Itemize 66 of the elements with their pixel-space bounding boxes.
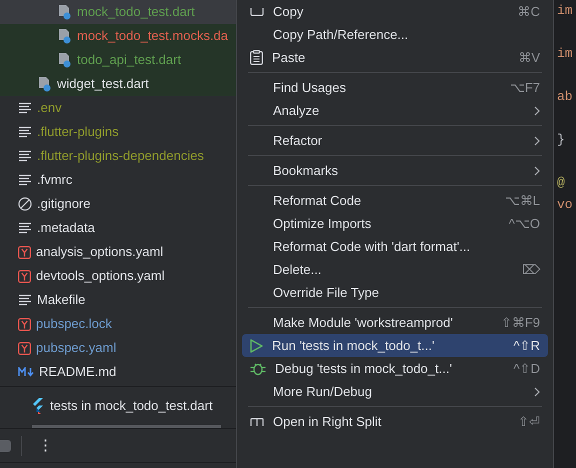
menu-item[interactable]: Reformat Code ⌥⌘L (242, 189, 548, 212)
file-tree-item[interactable]: pubspec.yaml (0, 336, 236, 360)
no-entry-icon (18, 197, 32, 211)
chevron-right-icon (534, 106, 540, 116)
menu-item[interactable]: Bookmarks (242, 159, 548, 182)
dart-file-icon (58, 52, 72, 68)
chevron-right-icon (534, 136, 540, 146)
file-tree-item[interactable]: .flutter-plugins-dependencies (0, 144, 236, 168)
menu-item[interactable]: Override File Type (242, 281, 548, 304)
yaml-file-icon (18, 342, 31, 354)
file-tree-item[interactable]: mock_todo_test.mocks.da (0, 24, 236, 48)
text-file-icon (18, 174, 32, 186)
more-options-button[interactable]: ⋮ (32, 438, 59, 453)
file-tree-item[interactable]: README.md (0, 360, 236, 384)
menu-item[interactable]: Delete... ⌦ (242, 258, 548, 281)
dart-file-icon (58, 28, 72, 44)
flutter-icon (32, 398, 44, 414)
toolbar-button[interactable] (0, 440, 11, 452)
menu-item[interactable]: Copy ⌘C (242, 0, 548, 23)
text-file-icon (18, 222, 32, 234)
menu-item[interactable]: Run 'tests in mock_todo_t...' ^⇧R (242, 334, 548, 357)
run-tab[interactable]: tests in mock_todo_test.dart (32, 387, 221, 428)
chevron-right-icon (534, 166, 540, 176)
menu-item[interactable]: Find Usages ⌥F7 (242, 76, 548, 99)
bug-icon (250, 361, 266, 376)
menu-item[interactable]: Optimize Imports ^⌥O (242, 212, 548, 235)
menu-item[interactable]: Open in Right Split ⇧⏎ (242, 410, 548, 433)
menu-item[interactable]: More Run/Debug (242, 380, 548, 403)
split-view-icon (250, 418, 264, 426)
text-file-icon (18, 294, 32, 306)
file-tree-item[interactable]: analysis_options.yaml (0, 240, 236, 264)
yaml-file-icon (18, 270, 31, 282)
code-fragment: vo (557, 196, 574, 214)
file-tree-item[interactable]: .env (0, 96, 236, 120)
file-tree-item[interactable]: devtools_options.yaml (0, 264, 236, 288)
menu-item[interactable]: Make Module 'workstreamprod' ⇧⌘F9 (242, 311, 548, 334)
menu-item[interactable]: Paste ⌘V (242, 46, 548, 69)
yaml-file-icon (18, 246, 31, 258)
menu-item[interactable]: Analyze (242, 99, 548, 122)
file-tree-item[interactable]: .metadata (0, 216, 236, 240)
code-fragment: im (557, 2, 574, 20)
clipboard-icon (250, 50, 263, 65)
menu-item[interactable]: Copy Path/Reference... (242, 23, 548, 46)
file-tree-item[interactable]: .fvmrc (0, 168, 236, 192)
file-tree-item[interactable]: .flutter-plugins (0, 120, 236, 144)
menu-item[interactable]: Reformat Code with 'dart format'... (242, 235, 548, 258)
text-file-icon (18, 126, 32, 138)
file-tree-item[interactable]: pubspec.lock (0, 312, 236, 336)
markdown-file-icon (18, 367, 34, 377)
code-fragment: ab (557, 88, 574, 106)
text-file-icon (18, 150, 32, 162)
file-tree-item[interactable]: widget_test.dart (0, 72, 236, 96)
code-fragment: im (557, 45, 574, 63)
file-tree-item[interactable]: .gitignore (0, 192, 236, 216)
code-fragment: @ (557, 174, 566, 192)
code-fragment: } (557, 131, 566, 149)
chevron-right-icon (534, 386, 540, 396)
play-icon (250, 338, 263, 352)
file-tree-item[interactable]: todo_api_test.dart (0, 48, 236, 72)
text-file-icon (18, 102, 32, 114)
dart-file-icon (58, 4, 72, 20)
yaml-file-icon (18, 318, 31, 330)
file-tree-item[interactable]: Makefile (0, 288, 236, 312)
menu-item[interactable]: Refactor (242, 129, 548, 152)
menu-item[interactable]: Debug 'tests in mock_todo_t...' ^⇧D (242, 357, 548, 380)
dart-file-icon (38, 76, 52, 92)
